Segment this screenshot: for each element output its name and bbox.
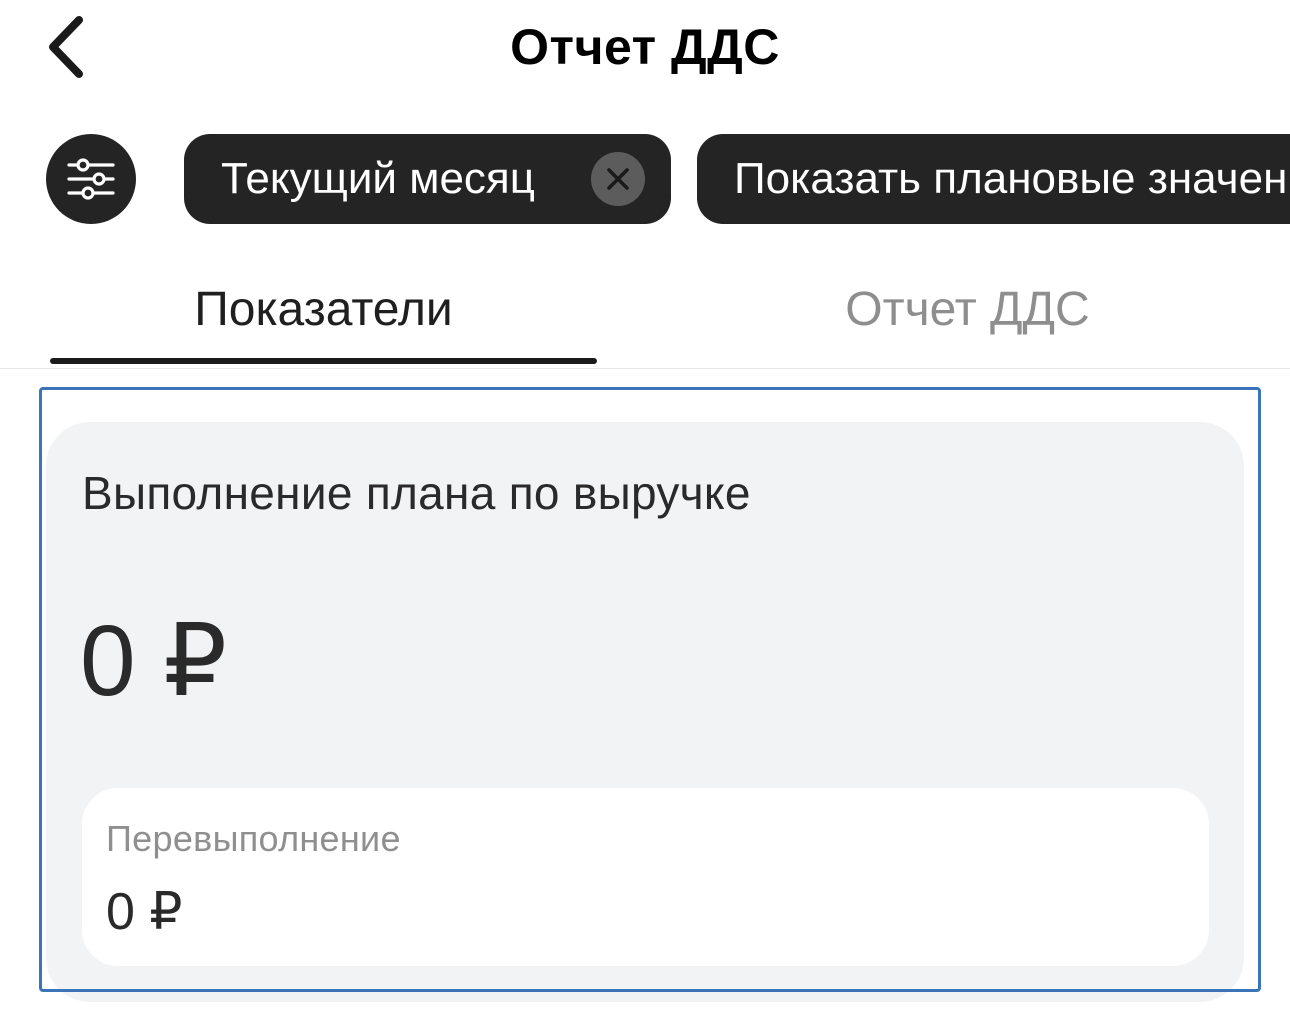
tab-bar: Показатели Отчет ДДС [0,268,1290,369]
show-plan-values-chip[interactable]: Показать плановые значения [697,133,1290,224]
page-title: Отчет ДДС [510,19,780,75]
tab-cash-flow-report[interactable]: Отчет ДДС [645,268,1290,368]
period-filter-label: Текущий месяц [221,153,535,203]
filter-settings-button[interactable] [46,133,136,224]
active-tab-indicator [50,358,597,364]
tab-metrics[interactable]: Показатели [50,268,597,368]
close-icon [607,167,629,190]
card-highlight-outline [39,387,1261,992]
clear-period-button[interactable] [591,151,645,206]
sliders-icon [67,157,115,200]
period-filter-chip[interactable]: Текущий месяц [184,133,671,224]
filters-row: Текущий месяц Показать плановые значения [46,133,1290,224]
tab-cash-flow-report-label: Отчет ДДС [845,283,1090,336]
tab-metrics-label: Показатели [194,283,453,336]
screen: Отчет ДДС Текущий месяц Показать плановы… [0,0,1290,1020]
show-plan-values-label: Показать плановые значения [734,153,1290,203]
